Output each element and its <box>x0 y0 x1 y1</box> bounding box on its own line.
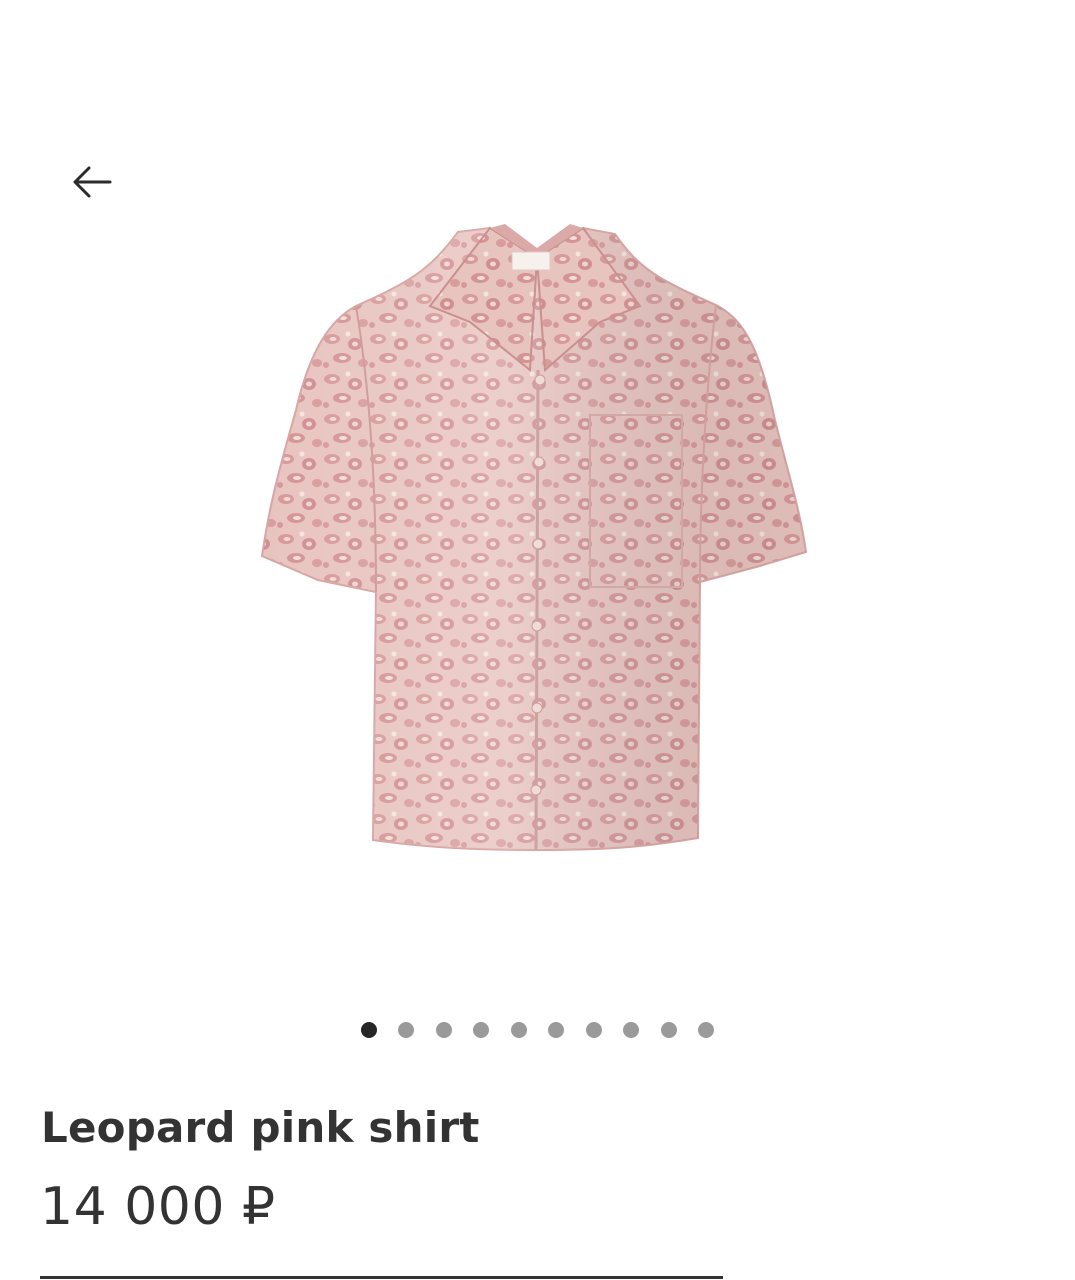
back-button[interactable] <box>60 150 124 214</box>
pagination-dot[interactable] <box>623 1022 640 1038</box>
product-image-gallery[interactable] <box>0 210 1075 870</box>
product-title: Leopard pink shirt <box>41 1103 480 1152</box>
divider <box>40 1276 723 1279</box>
pagination-dot[interactable] <box>473 1022 490 1038</box>
image-pagination <box>0 1022 1075 1038</box>
pagination-dot[interactable] <box>435 1022 452 1038</box>
pagination-dot-active[interactable] <box>360 1022 377 1038</box>
product-price: 14 000 ₽ <box>40 1177 276 1237</box>
pagination-dot[interactable] <box>510 1022 527 1038</box>
pagination-dot[interactable] <box>698 1022 715 1038</box>
product-image <box>260 224 808 852</box>
pagination-dot[interactable] <box>548 1022 565 1038</box>
pagination-dot[interactable] <box>398 1022 415 1038</box>
pagination-dot[interactable] <box>585 1022 602 1038</box>
arrow-left-icon <box>73 166 112 198</box>
pagination-dot[interactable] <box>660 1022 677 1038</box>
